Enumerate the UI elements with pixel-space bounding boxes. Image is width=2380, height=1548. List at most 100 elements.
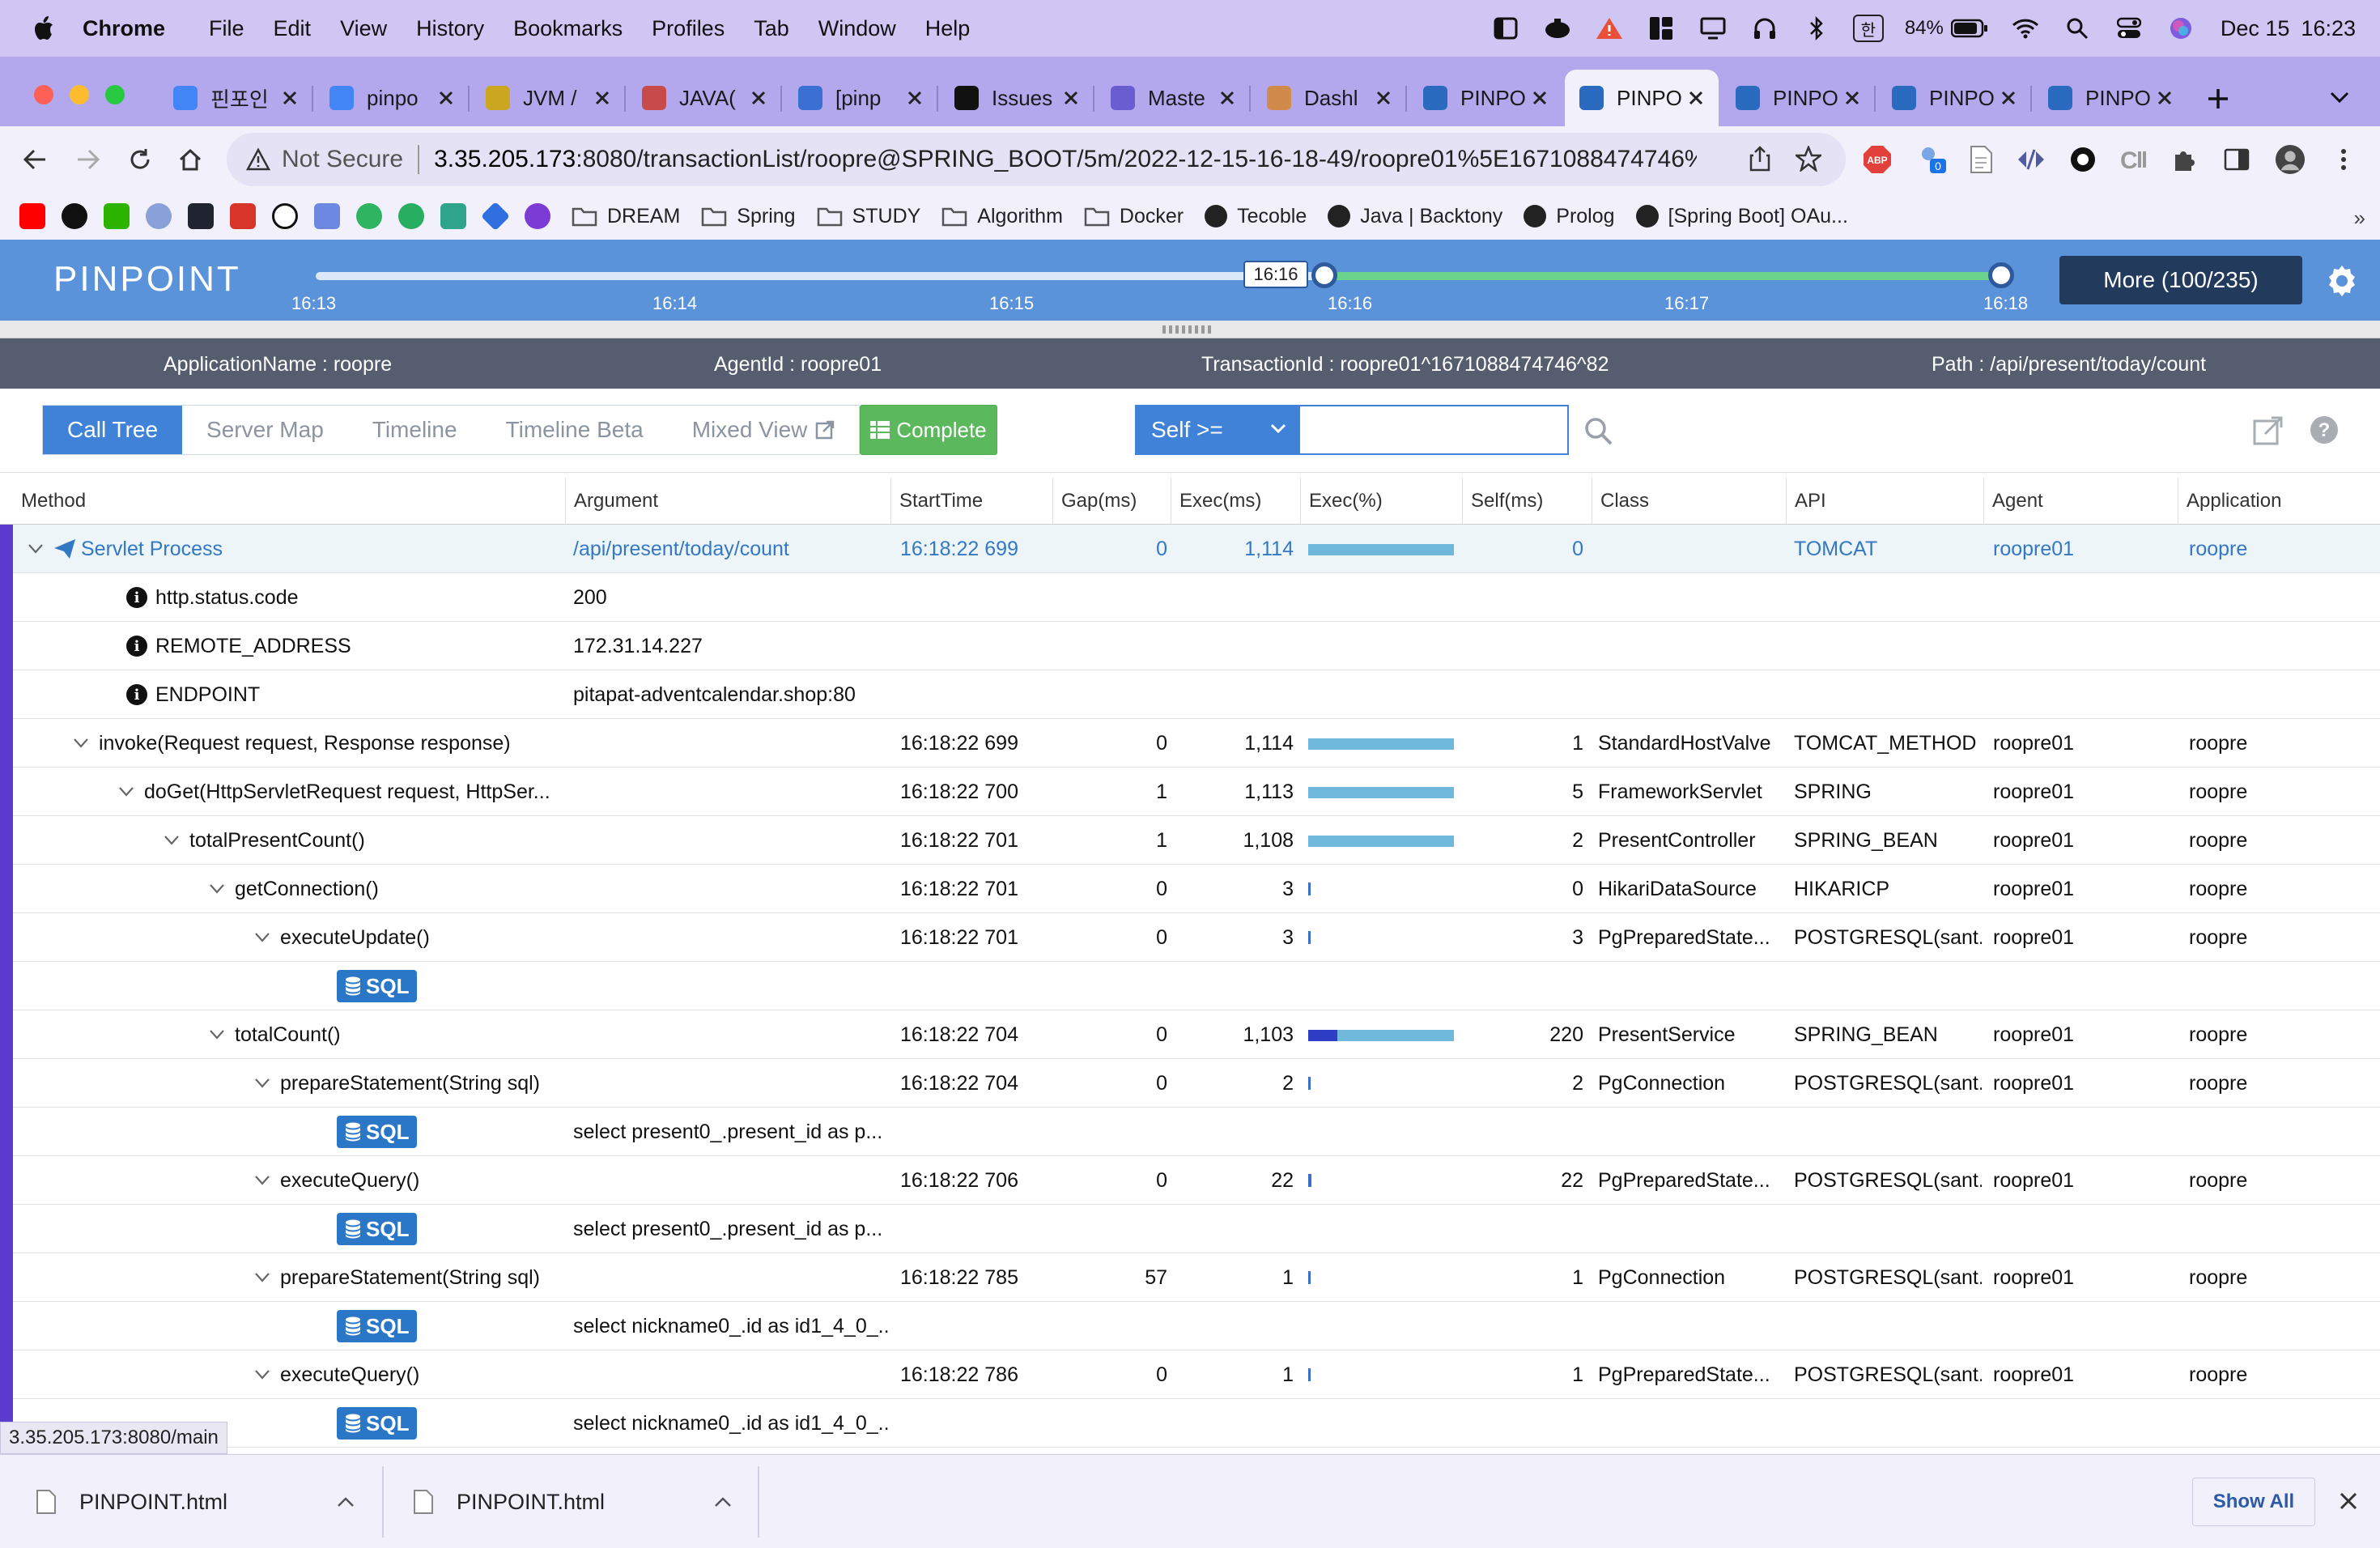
profile-avatar[interactable] [2275, 144, 2306, 175]
browser-tab[interactable]: JVM / [471, 70, 625, 126]
sql-button[interactable]: SQL [337, 1407, 418, 1440]
table-row[interactable]: prepareStatement(String sql) 16:18:22 704… [0, 1059, 2380, 1108]
not-secure-warning-icon[interactable] [246, 147, 270, 172]
forward-button[interactable] [71, 142, 105, 176]
home-button[interactable] [173, 142, 207, 176]
tray-grid-icon[interactable] [1646, 15, 1677, 42]
browser-tab[interactable]: Dashl [1252, 70, 1406, 126]
column-header-start-time[interactable]: StartTime [890, 478, 1052, 525]
sql-button[interactable]: SQL [337, 1116, 418, 1148]
chevron-down-icon[interactable] [251, 1072, 274, 1095]
bookmark-item[interactable]: DREAM [572, 205, 680, 228]
menu-history[interactable]: History [416, 16, 484, 41]
bookmark-item[interactable]: Tecoble [1205, 205, 1307, 228]
column-header-agent[interactable]: Agent [1983, 478, 2178, 525]
table-row[interactable]: Servlet Process/api/present/today/count 1… [0, 525, 2380, 573]
table-row[interactable]: totalPresentCount() 16:18:22 701 1 1,108 2 Pr… [0, 816, 2380, 865]
complete-button[interactable]: Complete [860, 405, 997, 455]
address-bar[interactable]: Not Secure 3.35.205.173:8080/transaction… [227, 133, 1846, 186]
help-icon[interactable]: ? [2309, 415, 2340, 445]
menu-clock[interactable]: Dec 15 16:23 [2221, 16, 2356, 41]
table-row[interactable]: i http.status.code 200 [0, 573, 2380, 622]
table-row[interactable]: SQL select nickname0_.id as id1_4_0_... [0, 1399, 2380, 1448]
column-header-self[interactable]: Self(ms) [1462, 478, 1592, 525]
chevron-down-icon[interactable] [251, 1266, 274, 1289]
table-row[interactable]: executeQuery() 16:18:22 786 0 1 1 PgPreparedS… [0, 1350, 2380, 1399]
splitter-grip[interactable] [1162, 325, 1214, 334]
flash-bookmark-icon[interactable] [188, 203, 214, 229]
camera-extension-icon[interactable] [2068, 144, 2098, 175]
bookmark-item[interactable]: Docker [1084, 205, 1184, 228]
menu-app-name[interactable]: Chrome [83, 16, 165, 41]
github-bookmark-icon[interactable] [62, 203, 87, 229]
window-close-button[interactable] [34, 85, 53, 104]
browser-tab[interactable]: 핀포인 [159, 70, 312, 126]
browser-tab[interactable]: [pinp [784, 70, 937, 126]
table-row[interactable]: i REMOTE_ADDRESS 172.31.14.227 [0, 622, 2380, 670]
self-filter-select[interactable]: Self >= [1135, 405, 1298, 455]
table-row[interactable]: totalCount() 16:18:22 704 0 1,103 220 Present… [0, 1010, 2380, 1059]
chevron-down-icon[interactable] [206, 878, 228, 900]
browser-tab[interactable]: PINPO [1565, 70, 1719, 126]
search-icon[interactable] [1583, 416, 1613, 445]
browser-tab[interactable]: JAVA( [627, 70, 781, 126]
tray-warning-icon[interactable] [1594, 15, 1625, 42]
browser-tab[interactable]: PINPO [1721, 70, 1875, 126]
input-method-indicator[interactable]: 한 [1852, 15, 1884, 42]
sr-bookmark-icon[interactable] [272, 203, 298, 229]
tab-close-icon[interactable] [1372, 87, 1395, 109]
sql-button[interactable]: SQL [337, 1213, 418, 1245]
red-bookmark-icon[interactable] [230, 203, 256, 229]
bookmark-star-icon[interactable] [1796, 146, 1821, 172]
tab-call-tree[interactable]: Call Tree [43, 406, 183, 454]
tab-server-map[interactable]: Server Map [182, 406, 348, 454]
menu-bookmarks[interactable]: Bookmarks [513, 16, 623, 41]
menu-help[interactable]: Help [925, 16, 971, 41]
timeline-selected-range[interactable] [1324, 272, 2001, 280]
new-tab-button[interactable] [2204, 84, 2233, 113]
column-header-exec-percent[interactable]: Exec(%) [1300, 478, 1462, 525]
spotlight-search-icon[interactable] [2062, 15, 2093, 42]
download-item-2[interactable]: PINPOINT.html [413, 1455, 737, 1548]
menu-profiles[interactable]: Profiles [652, 16, 725, 41]
chevron-up-icon[interactable] [712, 1491, 733, 1512]
tab-close-icon[interactable] [1841, 87, 1864, 109]
tab-close-icon[interactable] [591, 87, 614, 109]
json-bookmark-icon[interactable] [440, 203, 466, 229]
tab-mixed-view[interactable]: Mixed View [668, 406, 860, 454]
diamond-bookmark-icon[interactable] [480, 201, 511, 232]
menu-window[interactable]: Window [818, 16, 896, 41]
menu-edit[interactable]: Edit [274, 16, 312, 41]
youtube-bookmark-icon[interactable] [19, 203, 45, 229]
extension-badge-icon[interactable]: 0 [1917, 144, 1948, 175]
browser-tab[interactable]: PINPO [1409, 70, 1562, 126]
chevron-down-icon[interactable] [115, 780, 138, 803]
window-minimize-button[interactable] [70, 85, 89, 104]
close-icon[interactable] [2336, 1489, 2361, 1513]
sql-button[interactable]: SQL [337, 1310, 418, 1342]
table-row[interactable]: executeUpdate() 16:18:22 701 0 3 3 PgPrepared… [0, 913, 2380, 962]
sidebar-toggle-icon[interactable] [1490, 15, 1521, 42]
bookmark-item[interactable]: Java | Backtony [1328, 205, 1502, 228]
timeline-end-handle[interactable] [1988, 262, 2014, 288]
control-center-icon[interactable] [2114, 15, 2144, 42]
bluetooth-icon[interactable] [1801, 15, 1832, 42]
bookmark-item[interactable]: STUDY [817, 205, 920, 228]
purple-bookmark-icon[interactable] [525, 203, 550, 229]
extensions-puzzle-icon[interactable] [2170, 144, 2200, 175]
tab-close-icon[interactable] [1528, 87, 1551, 109]
naver-bookmark-icon[interactable] [104, 203, 130, 229]
browser-tab[interactable]: Issues [940, 70, 1094, 126]
window-zoom-button[interactable] [105, 85, 125, 104]
bookmark-item[interactable]: Algorithm [941, 205, 1063, 228]
chevron-down-icon[interactable] [160, 829, 183, 852]
tray-app-icon[interactable] [1542, 15, 1573, 42]
chevron-down-icon[interactable] [24, 538, 47, 560]
more-transactions-button[interactable]: More (100/235) [2059, 256, 2302, 304]
tray-display-icon[interactable] [1698, 15, 1728, 42]
timeline-start-handle[interactable] [1311, 262, 1337, 288]
table-row[interactable]: i ENDPOINT pitapat-adventcalendar.shop:80 [0, 670, 2380, 719]
tab-close-icon[interactable] [1997, 87, 2020, 109]
table-row[interactable]: SQL select present0_.present_id as p... [0, 1205, 2380, 1253]
menu-view[interactable]: View [340, 16, 387, 41]
